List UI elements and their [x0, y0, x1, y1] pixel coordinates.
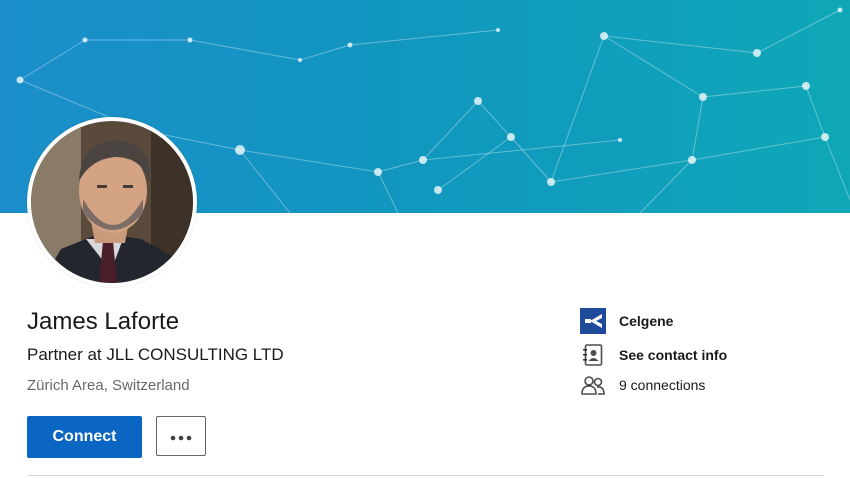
profile-name: James Laforte [27, 308, 180, 335]
company-logo [580, 308, 606, 334]
connections-count: 9 connections [619, 377, 706, 393]
contact-info-label: See contact info [619, 347, 728, 363]
connections-link[interactable]: 9 connections [580, 372, 705, 398]
profile-location: Zürich Area, Switzerland [27, 377, 190, 394]
company-name: Celgene [619, 313, 674, 329]
connect-button[interactable]: Connect [27, 416, 142, 458]
more-icon [170, 429, 192, 444]
company-link[interactable]: Celgene [580, 308, 673, 334]
contact-card-icon [580, 342, 606, 368]
profile-photo[interactable] [31, 121, 193, 283]
contact-info-link[interactable]: See contact info [580, 342, 727, 368]
more-actions-button[interactable] [156, 416, 206, 456]
people-icon [580, 372, 606, 398]
section-divider [27, 475, 824, 476]
profile-photo-image [31, 121, 193, 283]
profile-headline: Partner at JLL CONSULTING LTD [27, 345, 284, 364]
